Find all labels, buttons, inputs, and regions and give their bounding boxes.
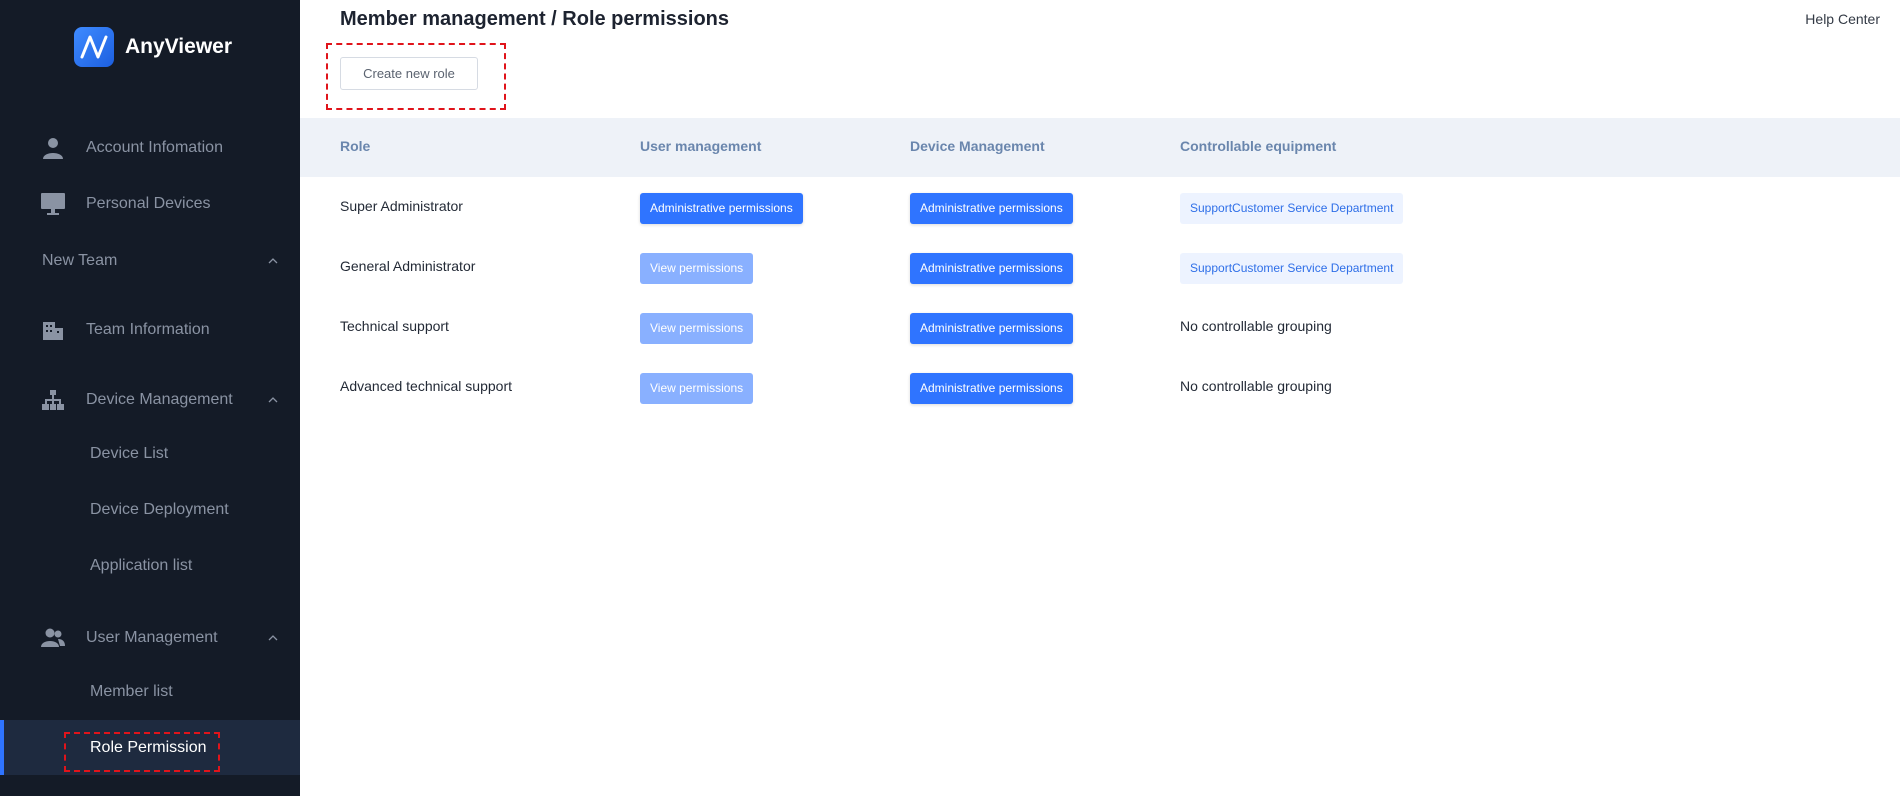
column-header-user-management: User management [640, 138, 762, 154]
sidebar-item-label: Device Management [86, 391, 233, 408]
table-row: Super Administrator Administrative permi… [300, 177, 1900, 237]
create-new-role-button[interactable]: Create new role [340, 57, 478, 90]
sidebar-item-device-list[interactable]: Device List [0, 434, 300, 474]
controllable-equipment-tag[interactable]: SupportCustomer Service Department [1180, 193, 1404, 224]
sidebar-item-label: Account Infomation [86, 139, 223, 156]
controllable-equipment-tag[interactable]: SupportCustomer Service Department [1180, 253, 1404, 284]
sidebar-item-member-list[interactable]: Member list [0, 672, 300, 712]
sidebar-item-application-list[interactable]: Application list [0, 546, 300, 586]
device-management-permission-tag[interactable]: Administrative permissions [910, 253, 1073, 284]
table-row: General Administrator View permissions A… [300, 237, 1900, 297]
chevron-up-icon [267, 632, 279, 644]
role-name: Advanced technical support [340, 378, 512, 394]
user-management-permission-tag[interactable]: View permissions [640, 313, 754, 344]
network-icon [41, 388, 65, 412]
sidebar-item-device-management[interactable]: Device Management [0, 380, 300, 420]
column-header-controllable-equipment: Controllable equipment [1180, 138, 1337, 154]
sidebar-item-user-management[interactable]: User Management [0, 618, 300, 658]
device-management-permission-tag[interactable]: Administrative permissions [910, 193, 1073, 224]
sidebar-item-label: Device List [90, 445, 169, 462]
active-indicator [0, 720, 4, 775]
sidebar-item-label: Member list [90, 683, 173, 700]
sidebar-item-label: User Management [86, 629, 218, 646]
sidebar: AnyViewer Account Infomation Personal De… [0, 0, 300, 796]
sidebar-item-label: Device Deployment [90, 501, 229, 518]
controllable-equipment-text: No controllable grouping [1180, 318, 1332, 334]
chevron-up-icon [267, 255, 279, 267]
column-header-role: Role [340, 138, 371, 154]
device-management-permission-tag[interactable]: Administrative permissions [910, 313, 1073, 344]
sidebar-item-label: Application list [90, 557, 193, 574]
help-center-link[interactable]: Help Center [1805, 11, 1880, 27]
user-icon [41, 136, 65, 160]
sidebar-item-team-information[interactable]: Team Information [0, 310, 300, 350]
user-management-permission-tag[interactable]: Administrative permissions [640, 193, 803, 224]
brand-name: AnyViewer [125, 35, 232, 58]
role-name: Technical support [340, 318, 449, 334]
highlight-box [64, 732, 220, 772]
sidebar-item-personal-devices[interactable]: Personal Devices [0, 184, 300, 224]
sidebar-item-label: Team Information [86, 321, 210, 338]
sidebar-group-new-team[interactable]: New Team [0, 241, 300, 281]
role-name: General Administrator [340, 258, 476, 274]
building-icon [41, 318, 65, 342]
sidebar-item-account-info[interactable]: Account Infomation [0, 128, 300, 168]
controllable-equipment-text: No controllable grouping [1180, 378, 1332, 394]
role-name: Super Administrator [340, 198, 463, 214]
anyviewer-logo-icon [74, 27, 114, 67]
sidebar-group-label: New Team [42, 252, 118, 269]
sidebar-item-label: Personal Devices [86, 195, 211, 212]
device-management-permission-tag[interactable]: Administrative permissions [910, 373, 1073, 404]
sidebar-item-device-deployment[interactable]: Device Deployment [0, 490, 300, 530]
column-header-device-management: Device Management [910, 138, 1045, 154]
table-header: Role User management Device Management C… [300, 118, 1900, 177]
user-management-permission-tag[interactable]: View permissions [640, 373, 754, 404]
user-management-permission-tag[interactable]: View permissions [640, 253, 754, 284]
table-row: Technical support View permissions Admin… [300, 297, 1900, 357]
monitor-icon [41, 192, 65, 216]
chevron-up-icon [267, 394, 279, 406]
brand[interactable]: AnyViewer [74, 27, 232, 67]
table-row: Advanced technical support View permissi… [300, 357, 1900, 417]
users-icon [41, 626, 65, 650]
page-title: Member management / Role permissions [340, 8, 730, 30]
